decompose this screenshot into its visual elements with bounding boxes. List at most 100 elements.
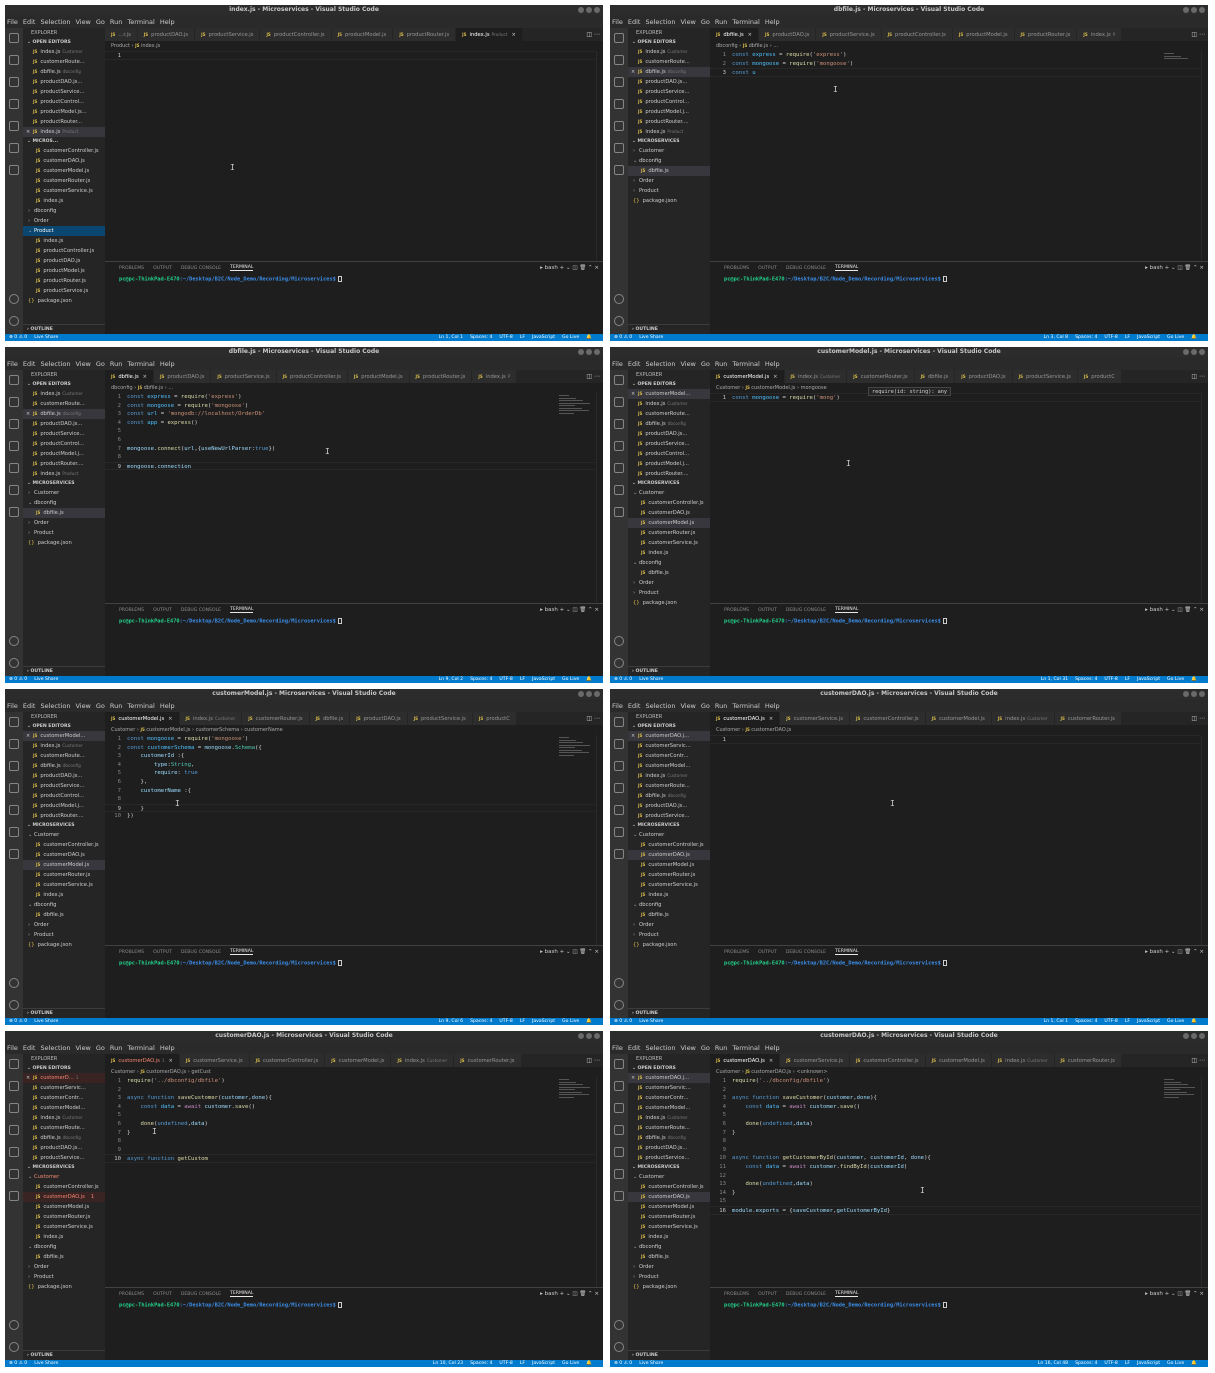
workspace-header[interactable]: ⌄ MICROSERVICES	[628, 821, 710, 830]
file-item[interactable]: JS dbfile.js	[23, 910, 105, 920]
live-share-status[interactable]: Live Share	[639, 677, 663, 682]
split-editor-icon[interactable]: ◫ ⋯	[1191, 373, 1205, 380]
open-editor-item[interactable]: JS productDAO.js...	[628, 801, 710, 811]
open-editor-item[interactable]: JS index.js Customer	[628, 47, 710, 57]
folder-dbconfig[interactable]: › dbconfig	[23, 206, 105, 216]
menu-view[interactable]: View	[680, 360, 695, 368]
file-item[interactable]: JS customerService.js	[23, 880, 105, 890]
file-item[interactable]: JS index.js	[628, 890, 710, 900]
file-item[interactable]: JS customerRouter.js	[23, 870, 105, 880]
status-item[interactable]: Spaces: 4	[1075, 335, 1097, 340]
minimize-button[interactable]	[1183, 691, 1189, 697]
problems-status[interactable]: ⊗ 0 ⚠ 0	[9, 677, 27, 682]
terminal-buttons[interactable]: + ⌄ ◫ 🗑 ⌃ ×	[1163, 607, 1204, 613]
menu-view[interactable]: View	[680, 1044, 695, 1052]
editor-tab[interactable]: JS customerRouter.js	[847, 370, 915, 383]
open-editor-item[interactable]: JS productModel.j...	[23, 801, 105, 811]
close-icon[interactable]: ×	[769, 1058, 773, 1064]
terminal-buttons[interactable]: + ⌄ ◫ 🗑 ⌃ ×	[558, 949, 599, 955]
status-item[interactable]: JavaScript	[532, 677, 555, 682]
file-item[interactable]: JS customerDAO.js	[628, 1192, 710, 1202]
close-button[interactable]	[594, 349, 600, 355]
open-editor-item[interactable]: JS productModel.j...	[628, 459, 710, 469]
workspace-header[interactable]: ⌄ MICROSERVICES	[628, 137, 710, 146]
problems-status[interactable]: ⊗ 0 ⚠ 0	[9, 335, 27, 340]
menu-edit[interactable]: Edit	[23, 702, 36, 710]
open-editor-item[interactable]: JS dbfile.js dbconfig	[628, 419, 710, 429]
outline-header[interactable]: › OUTLINE	[628, 666, 710, 676]
breadcrumb-item[interactable]: Customer	[716, 727, 740, 733]
breadcrumb-item[interactable]: ...	[773, 43, 778, 49]
minimap[interactable]	[559, 737, 593, 757]
editor-tab[interactable]: JS productController.js	[260, 28, 332, 41]
menu-view[interactable]: View	[75, 702, 90, 710]
menu-run[interactable]: Run	[110, 360, 122, 368]
folder-order[interactable]: › Order	[23, 216, 105, 226]
cursor-position[interactable]: Ln 10, Col 23	[433, 1361, 463, 1366]
editor-tab[interactable]: JS productDAO.js	[759, 28, 817, 41]
breadcrumb-item[interactable]: dbfile.js	[144, 385, 164, 391]
file-item[interactable]: JS customerRouter.js	[628, 1212, 710, 1222]
status-item[interactable]: Go Live	[1167, 677, 1184, 682]
menu-run[interactable]: Run	[110, 18, 122, 26]
folder-product[interactable]: ⌄ Product	[23, 226, 105, 236]
menu-go[interactable]: Go	[701, 1044, 710, 1052]
file-item[interactable]: JS customerService.js	[628, 1222, 710, 1232]
open-editor-item[interactable]: JS customerServic...	[628, 1083, 710, 1093]
open-editor-item[interactable]: JS customerModel...	[628, 1103, 710, 1113]
open-editor-item[interactable]: × JS index.js Product	[23, 127, 105, 137]
package-json-item[interactable]: {} package.json	[23, 1282, 105, 1292]
open-editor-item[interactable]: JS customerContr...	[628, 751, 710, 761]
folder-customer[interactable]: ⌄ Customer	[628, 488, 710, 498]
terminal-prompt[interactable]: pc@pc-ThinkPad-E470:~/Desktop/B2C/Node_D…	[105, 960, 603, 967]
file-item[interactable]: JS index.js	[23, 236, 105, 246]
minimize-button[interactable]	[578, 349, 584, 355]
explorer-icon[interactable]	[614, 717, 624, 727]
open-editor-item[interactable]: × JS customerModel...	[628, 389, 710, 399]
close-button[interactable]	[594, 1033, 600, 1039]
open-editor-item[interactable]: JS productService...	[628, 87, 710, 97]
panel-tab-terminal[interactable]: TERMINAL	[230, 949, 254, 955]
menu-selection[interactable]: Selection	[645, 360, 675, 368]
breadcrumb-item[interactable]: dbfile.js	[749, 43, 769, 49]
panel-tab-output[interactable]: OUTPUT	[758, 608, 777, 613]
editor-tab[interactable]: JS customerController.js	[249, 1054, 326, 1067]
status-item[interactable]: UTF-8	[1104, 335, 1117, 340]
live-share-status[interactable]: Live Share	[34, 335, 58, 340]
editor-tab[interactable]: JS productService.js	[407, 712, 473, 725]
search-icon[interactable]	[614, 55, 624, 65]
open-editors-header[interactable]: ⌄ OPEN EDITORS	[628, 38, 710, 47]
workspace-header[interactable]: ⌄ MICROSERVICES	[628, 479, 710, 488]
account-icon[interactable]	[614, 978, 624, 988]
package-json-item[interactable]: {} package.json	[628, 196, 710, 206]
close-icon[interactable]: ×	[631, 67, 635, 77]
open-editor-item[interactable]: JS dbfile.js dbconfig	[628, 1133, 710, 1143]
terminal-shell-name[interactable]: bash	[545, 607, 558, 613]
file-item[interactable]: JS dbfile.js	[628, 1252, 710, 1262]
file-item[interactable]: JS customerController.js	[628, 840, 710, 850]
bell-icon[interactable]: 🔔	[1191, 677, 1197, 682]
problems-status[interactable]: ⊗ 0 ⚠ 0	[9, 1019, 27, 1024]
breadcrumb-item[interactable]: Customer	[716, 385, 740, 391]
open-editor-item[interactable]: JS customerRoute...	[23, 751, 105, 761]
terminal-shell-name[interactable]: bash	[545, 1291, 558, 1297]
open-editor-item[interactable]: JS productModel.j...	[23, 449, 105, 459]
editor-tab[interactable]: JS dbfile.js ×	[105, 370, 155, 383]
open-editors-header[interactable]: ⌄ OPEN EDITORS	[23, 1064, 105, 1073]
folder-customer[interactable]: › Customer	[23, 488, 105, 498]
editor-tab[interactable]: JS customerService.js	[179, 1054, 250, 1067]
account-icon[interactable]	[9, 294, 19, 304]
open-editor-item[interactable]: × JS customerDAO.j...	[628, 731, 710, 741]
close-button[interactable]	[1199, 691, 1205, 697]
panel-tab-terminal[interactable]: TERMINAL	[835, 607, 859, 613]
file-item[interactable]: JS index.js	[23, 196, 105, 206]
editor-tab[interactable]: JS productController.js	[881, 28, 953, 41]
maximize-button[interactable]	[586, 7, 592, 13]
remote-icon[interactable]	[9, 143, 19, 153]
outline-header[interactable]: › OUTLINE	[628, 1350, 710, 1360]
menu-terminal[interactable]: Terminal	[732, 702, 759, 710]
open-editor-item[interactable]: JS customerModel...	[628, 761, 710, 771]
minimize-button[interactable]	[1183, 7, 1189, 13]
panel-tab-problems[interactable]: PROBLEMS	[119, 950, 144, 955]
menu-selection[interactable]: Selection	[40, 1044, 70, 1052]
